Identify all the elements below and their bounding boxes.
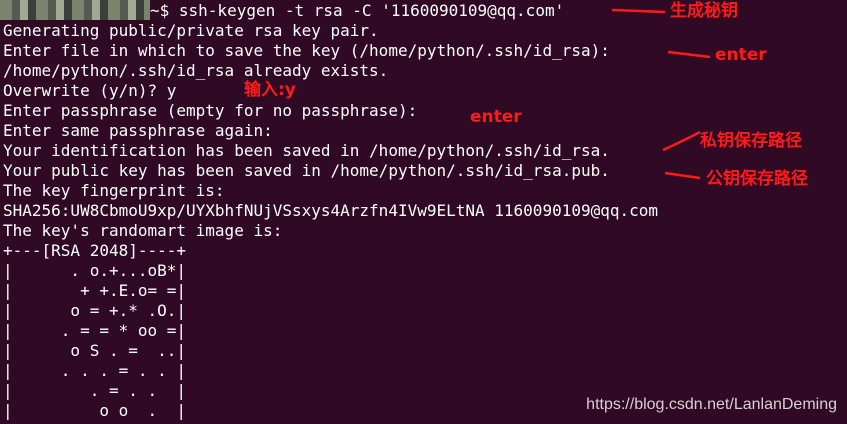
randomart-line-7: | . . . = . . |	[3, 361, 187, 380]
terminal-window[interactable]: ~$ ssh-keygen -t rsa -C '1160090109@qq.c…	[0, 0, 847, 424]
annotation-private-key-path: 私钥保存路径	[700, 131, 802, 151]
output-line-1: Generating public/private rsa key pair.	[3, 21, 379, 40]
annotation-enter-1: enter	[715, 45, 767, 65]
output-line-6: Enter same passphrase again:	[3, 121, 273, 140]
randomart-line-8: | . = . . |	[3, 381, 187, 400]
output-line-11: The key's randomart image is:	[3, 221, 283, 240]
output-line-8: Your public key has been saved in /home/…	[3, 161, 610, 180]
output-line-5: Enter passphrase (empty for no passphras…	[3, 101, 418, 120]
arrow-generate-key	[611, 8, 666, 14]
annotation-generate-key: 生成秘钥	[670, 1, 738, 21]
randomart-line-4: | o = +.* .O.|	[3, 301, 187, 320]
randomart-line-9: | o o . |	[3, 401, 187, 420]
randomart-line-6: | o S . = ..|	[3, 341, 187, 360]
annotation-public-key-path: 公钥保存路径	[706, 169, 808, 189]
randomart-line-2: | . o.+...oB*|	[3, 261, 187, 280]
annotation-input-y: 输入:y	[244, 80, 296, 100]
arrow-private-key	[662, 130, 701, 152]
watermark: https://blog.csdn.net/LanlanDeming	[586, 396, 837, 413]
blurred-prompt	[0, 0, 150, 20]
randomart-line-1: +---[RSA 2048]----+	[3, 241, 187, 260]
output-line-3: /home/python/.ssh/id_rsa already exists.	[3, 61, 389, 80]
arrow-enter-1	[667, 50, 711, 59]
output-line-9: The key fingerprint is:	[3, 181, 225, 200]
output-line-7: Your identification has been saved in /h…	[3, 141, 610, 160]
output-line-2: Enter file in which to save the key (/ho…	[3, 41, 610, 60]
annotation-enter-2: enter	[470, 107, 522, 127]
randomart-line-3: | + +.E.o= =|	[3, 281, 187, 300]
output-line-10: SHA256:UW8CbmoU9xp/UYXbhfNUjVSsxys4Arzfn…	[3, 201, 659, 220]
arrow-public-key	[664, 171, 701, 180]
output-line-4: Overwrite (y/n)? y	[3, 81, 177, 100]
randomart-line-5: | . = = * oo =|	[3, 321, 187, 340]
command-line: ~$ ssh-keygen -t rsa -C '1160090109@qq.c…	[150, 1, 565, 20]
